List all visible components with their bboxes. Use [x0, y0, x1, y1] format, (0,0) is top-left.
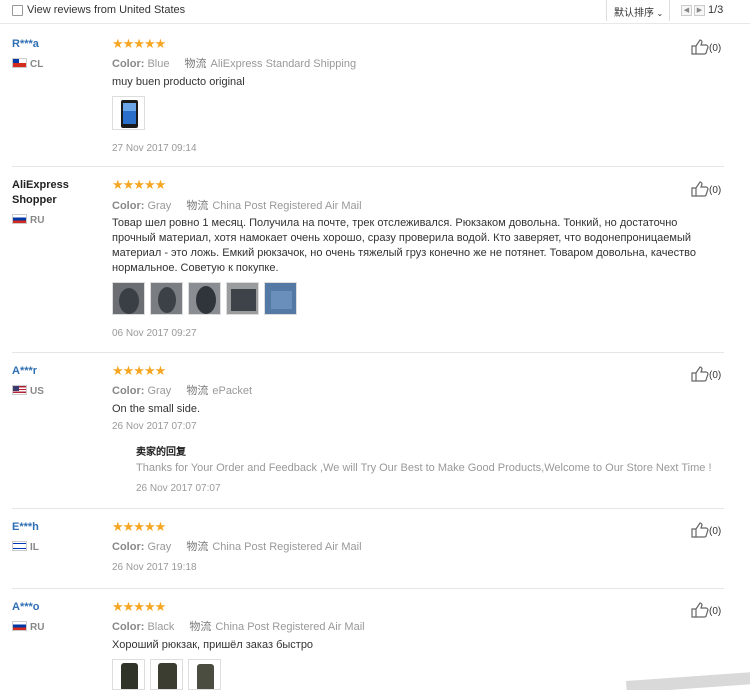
helpful-button[interactable]: (0) — [691, 602, 721, 618]
reviewer-name: R***a — [12, 38, 39, 50]
reviewer-name: AliExpress Shopper — [12, 179, 69, 206]
thumbs-up-icon — [691, 602, 709, 618]
star-rating: ★★★★★ — [112, 36, 166, 51]
review-photos — [112, 659, 221, 690]
review-photo-thumbnail[interactable] — [264, 282, 297, 315]
review-text: Товар шел ровно 1 месяц. Получила на поч… — [112, 217, 697, 274]
review-text: Хороший рюкзак, пришёл заказ быстро — [112, 639, 314, 651]
thumbs-up-icon — [691, 366, 709, 382]
divider — [12, 352, 724, 353]
helpful-button[interactable]: (0) — [691, 39, 721, 55]
reviewer-name: E***h — [12, 521, 39, 533]
thumbs-up-icon — [691, 522, 709, 538]
reviewer-country: CL — [12, 58, 43, 70]
reviewer-country: IL — [12, 541, 39, 553]
divider — [12, 166, 724, 167]
order-info: Color: Blue 物流 AliExpress Standard Shippi… — [112, 57, 357, 70]
review-date: 27 Nov 2017 09:14 — [112, 143, 197, 154]
reviewer-country: US — [12, 385, 44, 397]
reviewer-name: A***o — [12, 601, 40, 613]
reviewer-name: A***r — [12, 365, 38, 377]
next-page-icon[interactable]: ▶ — [694, 5, 705, 16]
flag-icon — [12, 541, 27, 551]
review-photo-thumbnail[interactable] — [112, 659, 145, 690]
star-rating: ★★★★★ — [112, 363, 166, 378]
review-photo-thumbnail[interactable] — [112, 96, 145, 130]
order-info: Color: Gray 物流 China Post Registered Air … — [112, 199, 362, 212]
review-photo-thumbnail[interactable] — [188, 282, 221, 315]
seller-reply-text: Thanks for Your Order and Feedback ,We w… — [136, 462, 712, 474]
us-reviews-checkbox[interactable] — [12, 5, 23, 16]
thumbs-up-icon — [691, 181, 709, 197]
review-date: 06 Nov 2017 09:27 — [112, 328, 197, 339]
star-rating: ★★★★★ — [112, 177, 166, 192]
review-photo-thumbnail[interactable] — [226, 282, 259, 315]
review-photo-thumbnail[interactable] — [112, 282, 145, 315]
review-text: On the small side. — [112, 403, 201, 415]
us-reviews-label[interactable]: View reviews from United States — [27, 4, 185, 16]
review-photo-thumbnail[interactable] — [188, 659, 221, 690]
flag-icon — [12, 214, 27, 224]
page-indicator: 1/3 — [708, 4, 724, 16]
chevron-down-icon: ⌄ — [654, 9, 664, 18]
seller-reply-title: 卖家的回复 — [136, 447, 186, 458]
reviewer-country: RU — [12, 621, 44, 633]
flag-icon — [12, 621, 27, 631]
divider — [12, 588, 724, 589]
divider — [12, 508, 724, 509]
page-curl-shadow — [626, 671, 750, 690]
review-date: 26 Nov 2017 19:18 — [112, 562, 197, 573]
sort-label: 默认排序 — [614, 8, 654, 19]
review-toolbar: View reviews from United States 默认排序 ⌄ ◀… — [0, 0, 750, 24]
order-info: Color: Gray 物流 China Post Registered Air … — [112, 540, 362, 553]
order-info: Color: Gray 物流 ePacket — [112, 384, 253, 397]
review-date: 26 Nov 2017 07:07 — [112, 421, 197, 432]
review-photo-thumbnail[interactable] — [150, 282, 183, 315]
flag-icon — [12, 58, 27, 68]
review-photo-thumbnail[interactable] — [150, 659, 183, 690]
reviewer-country: RU — [12, 214, 44, 226]
order-info: Color: Black 物流 China Post Registered Air… — [112, 620, 365, 633]
star-rating: ★★★★★ — [112, 599, 166, 614]
helpful-button[interactable]: (0) — [691, 366, 721, 382]
helpful-button[interactable]: (0) — [691, 522, 721, 538]
review-text: muy buen producto original — [112, 76, 245, 88]
thumbs-up-icon — [691, 39, 709, 55]
seller-reply-date: 26 Nov 2017 07:07 — [136, 483, 221, 494]
review-photos — [112, 282, 297, 315]
review-photos — [112, 96, 145, 130]
prev-page-icon[interactable]: ◀ — [681, 5, 692, 16]
flag-icon — [12, 385, 27, 395]
sort-dropdown[interactable]: 默认排序 ⌄ — [606, 0, 670, 21]
helpful-button[interactable]: (0) — [691, 181, 721, 197]
star-rating: ★★★★★ — [112, 519, 166, 534]
